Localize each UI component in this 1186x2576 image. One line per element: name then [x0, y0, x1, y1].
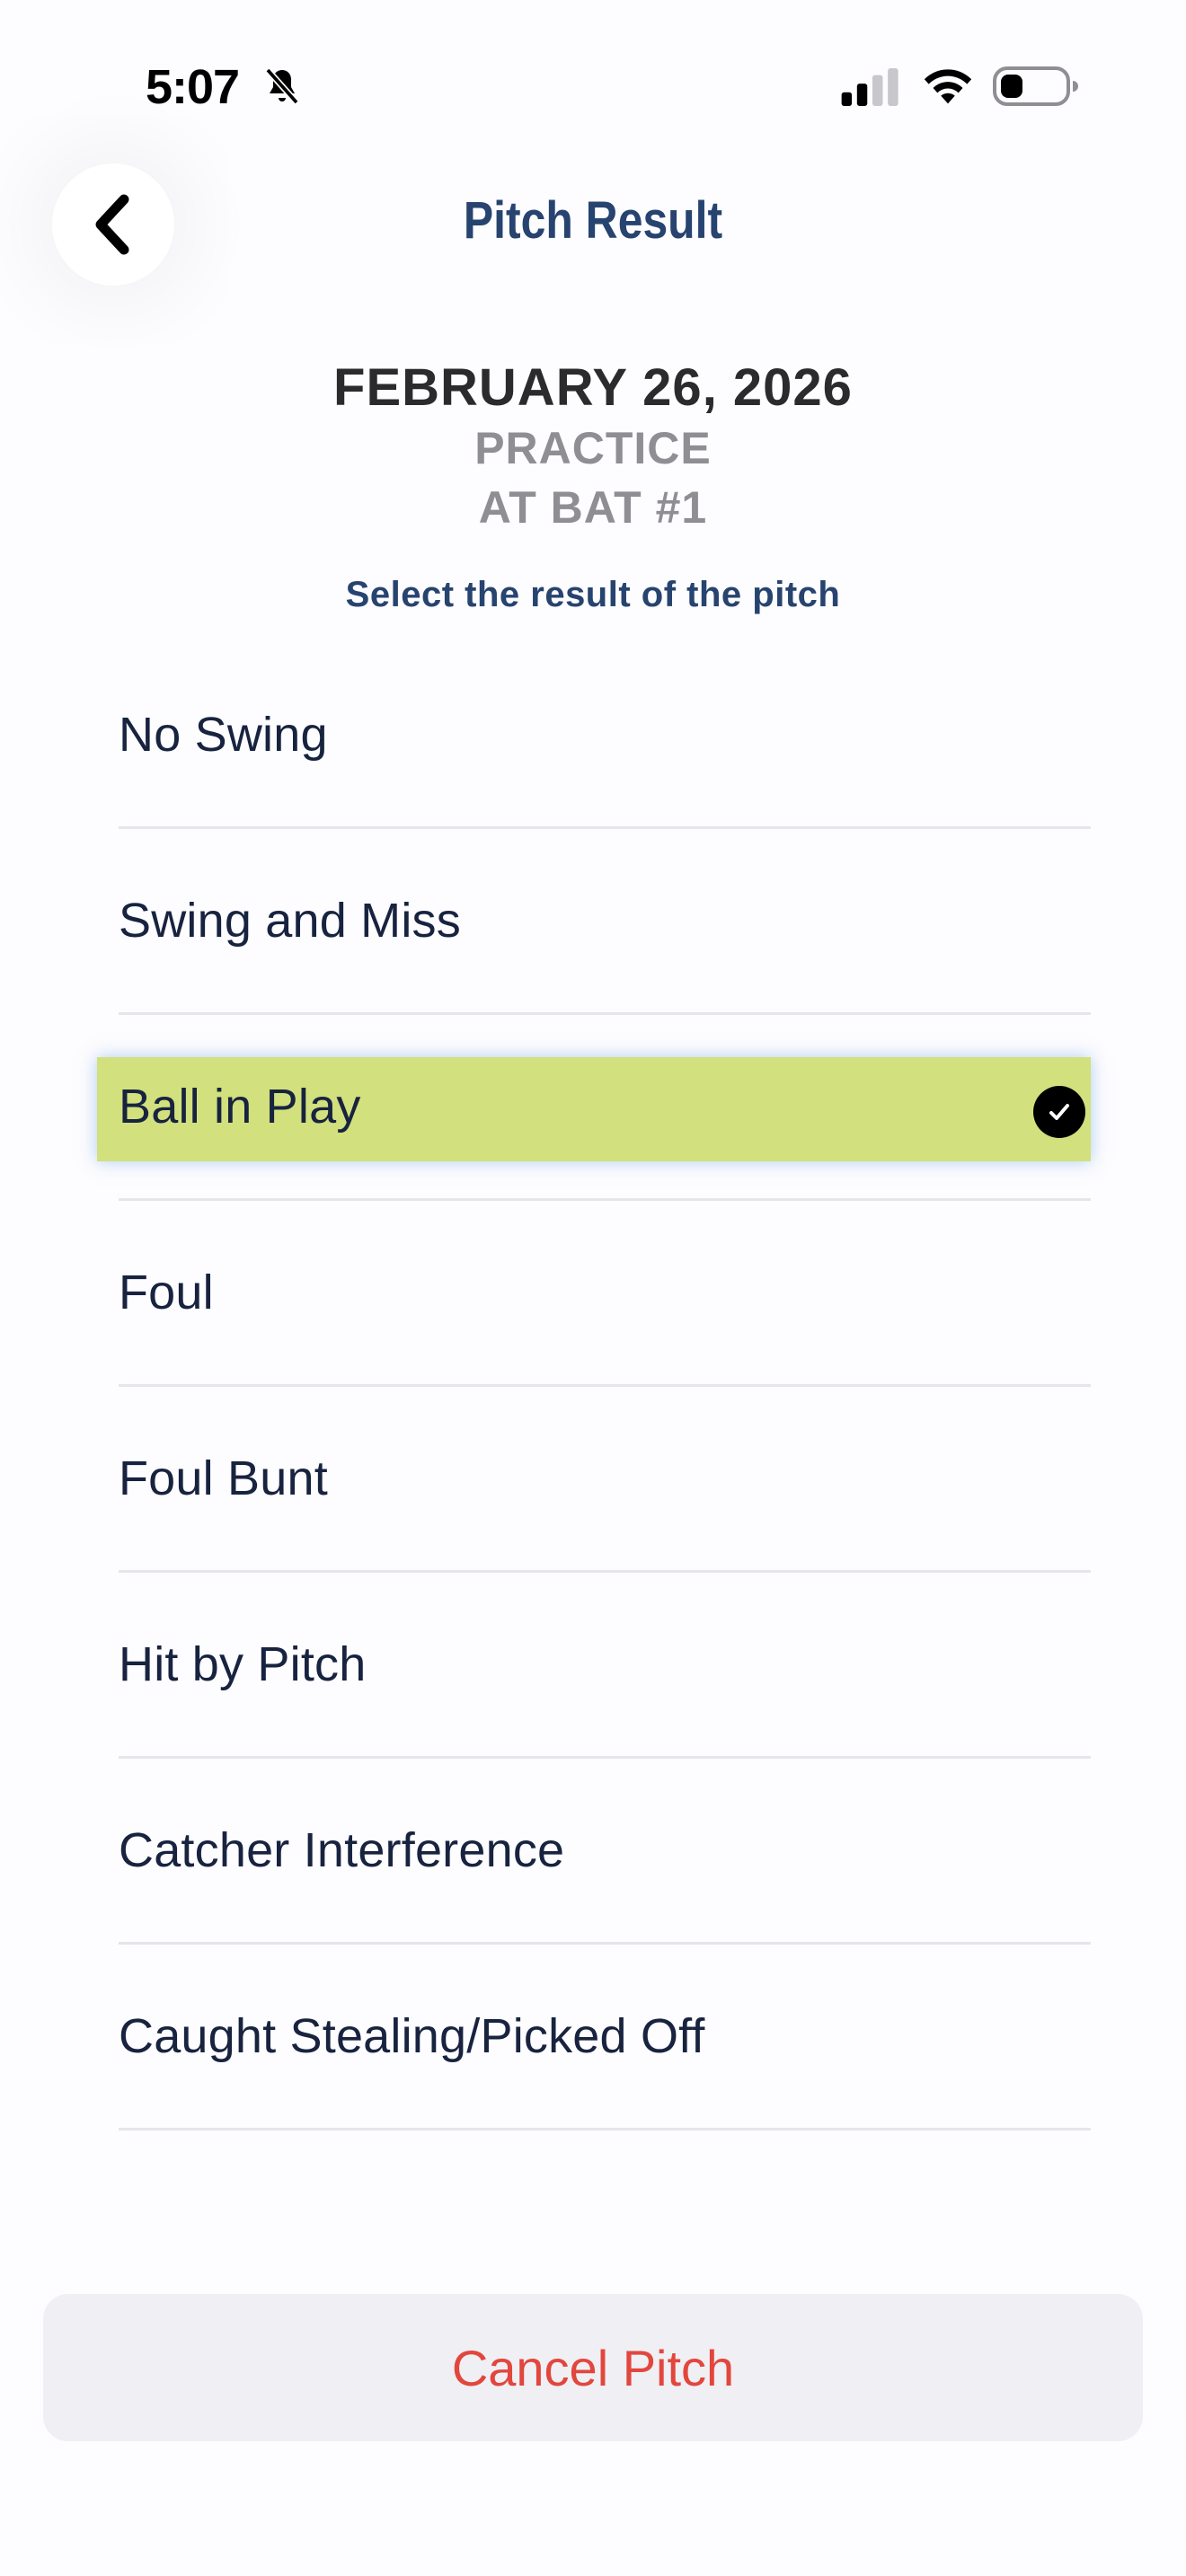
- cellular-signal-icon: [841, 68, 898, 106]
- bell-slash-icon: [265, 67, 299, 105]
- option-label: Ball in Play: [119, 1080, 361, 1134]
- option-label: Foul: [119, 1266, 214, 1319]
- cancel-pitch-button[interactable]: Cancel Pitch: [43, 2294, 1143, 2441]
- option-label: Foul Bunt: [119, 1451, 328, 1505]
- option-foul-bunt[interactable]: Foul Bunt: [119, 1387, 1091, 1573]
- battery-icon: [993, 66, 1078, 106]
- page-title: Pitch Result: [463, 191, 723, 250]
- option-label: No Swing: [119, 708, 328, 762]
- checkmark-icon: [1033, 1086, 1085, 1138]
- game-type: PRACTICE: [474, 423, 712, 473]
- option-label: Caught Stealing/Picked Off: [119, 2009, 705, 2063]
- option-foul[interactable]: Foul: [119, 1201, 1091, 1387]
- status-bar: 5:07: [0, 0, 1186, 171]
- at-bat-number: AT BAT #1: [478, 482, 708, 533]
- game-date: FEBRUARY 26, 2026: [333, 358, 853, 417]
- option-label: Swing and Miss: [119, 894, 461, 948]
- option-label: Hit by Pitch: [119, 1637, 367, 1691]
- instruction-text: Select the result of the pitch: [345, 575, 841, 614]
- wifi-icon: [924, 69, 972, 104]
- status-time: 5:07: [146, 60, 240, 114]
- option-swing-and-miss[interactable]: Swing and Miss: [119, 829, 1091, 1015]
- option-caught-stealing-picked-off[interactable]: Caught Stealing/Picked Off: [119, 1945, 1091, 2130]
- option-label: Catcher Interference: [119, 1823, 565, 1877]
- option-hit-by-pitch[interactable]: Hit by Pitch: [119, 1573, 1091, 1759]
- option-catcher-interference[interactable]: Catcher Interference: [119, 1759, 1091, 1945]
- pitch-result-list: No Swing Swing and Miss Ball in Play Fou…: [97, 643, 1091, 2130]
- option-no-swing[interactable]: No Swing: [119, 643, 1091, 829]
- option-ball-in-play[interactable]: Ball in Play: [97, 1015, 1091, 1201]
